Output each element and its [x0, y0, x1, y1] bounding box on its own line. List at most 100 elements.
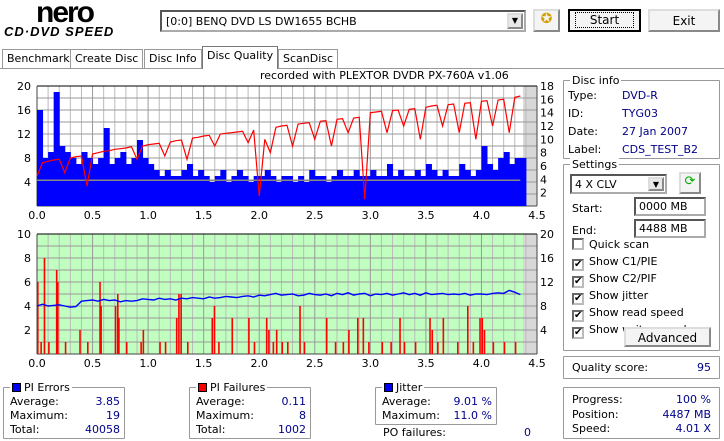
checkbox-box[interactable] — [572, 238, 584, 250]
quality-score-label: Quality score: — [572, 361, 649, 374]
refresh-button[interactable]: ⟳ — [679, 172, 701, 194]
pi-failure-bar — [334, 342, 337, 354]
x-tick-label: 1.0 — [139, 357, 157, 370]
id-value: TYG03 — [622, 107, 658, 120]
disc-info-title: Disc info — [570, 74, 622, 87]
checkbox-box[interactable]: ✔ — [572, 276, 584, 288]
x-tick-label: 3.0 — [362, 357, 380, 370]
pi-failure-bar — [211, 318, 214, 354]
pi-failure-bar — [272, 342, 275, 354]
start-label: Start — [574, 12, 635, 28]
tab-disc-quality[interactable]: Disc Quality — [202, 46, 279, 69]
speed-label: Speed: — [572, 422, 611, 435]
pi-error-bar — [131, 158, 138, 206]
pi-error-bar — [248, 182, 255, 206]
pi-failure-bar — [100, 306, 102, 354]
pi-failure-bar — [503, 342, 506, 354]
checkbox-show-jitter[interactable]: ✔ Show jitter — [572, 288, 687, 305]
chevron-down-icon[interactable]: ▼ — [507, 13, 523, 29]
checkbox-show-c2-pif[interactable]: ✔ Show C2/PIF — [572, 271, 687, 288]
checkbox-show-read-speed[interactable]: ✔ Show read speed — [572, 305, 687, 322]
pi-error-bar — [498, 158, 505, 206]
y-tick-label: 4 — [24, 300, 31, 313]
pi-error-bar — [53, 92, 60, 206]
pi-failure-bar — [414, 342, 417, 354]
type-value: DVD-R — [622, 89, 658, 102]
x-tick-label: 2.0 — [250, 357, 268, 370]
y2-tick-label: 12 — [540, 120, 554, 133]
pi-error-bar — [337, 170, 344, 206]
pif-max-value: 8 — [299, 409, 306, 422]
pi-error-bar — [59, 146, 66, 206]
disc-info-group: Disc info Type: ID: Date: Label: DVD-R T… — [563, 74, 720, 159]
pi-failure-bar — [268, 330, 270, 354]
checkbox-box[interactable]: ✔ — [572, 310, 584, 322]
pi-error-bar — [75, 164, 82, 206]
tab-create-disc[interactable]: Create Disc — [70, 49, 144, 68]
pi-error-bar — [509, 164, 516, 206]
pi-error-bar — [153, 170, 160, 206]
checkbox-box[interactable]: ✔ — [572, 327, 584, 339]
pi-failure-bar — [281, 342, 284, 354]
tab-scandisc[interactable]: ScanDisc — [278, 49, 339, 68]
chevron-down-icon[interactable]: ▼ — [648, 177, 664, 191]
pi-error-bar — [353, 170, 360, 206]
progress-group: Progress: 100 % Position: 4487 MB Speed: 4.… — [563, 387, 720, 439]
pi-failure-bar — [231, 318, 234, 354]
wrench-disc-icon: ✪ — [540, 11, 553, 27]
advanced-button[interactable]: Advanced — [624, 327, 711, 347]
pi-error-bar — [120, 152, 127, 206]
jitter-avg-value: 9.01 % — [453, 395, 492, 408]
checkbox-show-c1-pie[interactable]: ✔ Show C1/PIE — [572, 254, 687, 271]
date-label: Date: — [568, 125, 598, 138]
x-tick-label: 4.5 — [528, 209, 546, 222]
tab-benchmark[interactable]: Benchmark — [2, 49, 75, 68]
x-tick-label: 4.0 — [473, 357, 491, 370]
exit-button[interactable]: Exit — [648, 9, 720, 32]
x-tick-label: 3.5 — [417, 357, 435, 370]
y2-tick-label: 2 — [540, 187, 547, 200]
pi-error-bar — [137, 140, 144, 206]
pi-failure-bar — [457, 342, 459, 354]
pi-error-bar — [92, 164, 99, 206]
pi-error-bar — [98, 158, 105, 206]
pi-failure-bar — [37, 282, 39, 354]
pi-error-bar — [275, 182, 282, 206]
drive-select[interactable]: [0:0] BENQ DVD LS DW1655 BCHB ▼ — [160, 10, 526, 32]
disc-info-values: DVD-R TYG03 27 Jan 2007 CDS_TEST_B2 — [622, 87, 698, 159]
pi-max-value: 19 — [106, 409, 120, 422]
y2-tick-label: 4 — [540, 324, 547, 337]
drive-info-button[interactable]: ✪ — [533, 9, 560, 32]
speed-select[interactable]: 4 X CLV ▼ — [570, 174, 667, 194]
tab-disc-info[interactable]: Disc Info — [144, 49, 202, 68]
pi-avg-label: Average: — [10, 395, 59, 408]
pi-failure-bar — [57, 282, 59, 354]
y2-tick-label: 16 — [540, 93, 554, 106]
pi-failure-bar — [118, 318, 120, 354]
pi-failure-bar — [429, 318, 431, 354]
pif-total-label: Total: — [196, 423, 226, 436]
pi-max-label: Maximum: — [10, 409, 68, 422]
pi-failure-bar — [442, 318, 445, 354]
end-label: End: — [572, 224, 597, 237]
checkbox-box[interactable]: ✔ — [572, 293, 584, 305]
type-label: Type: — [568, 89, 597, 102]
pi-failure-bar — [403, 342, 406, 354]
start-button[interactable]: Start — [568, 9, 641, 32]
start-input[interactable]: 0000 MB — [634, 197, 706, 216]
drive-select-value: [0:0] BENQ DVD LS DW1655 BCHB — [166, 15, 357, 28]
pi-error-bar — [492, 170, 499, 206]
pi-failure-bar — [303, 342, 306, 354]
pi-error-bar — [464, 170, 471, 206]
x-tick-label: 1.5 — [195, 209, 213, 222]
pi-error-bar — [442, 170, 449, 206]
end-input[interactable]: 4488 MB — [634, 219, 706, 238]
checkbox-box[interactable]: ✔ — [572, 259, 584, 271]
checkbox-label: Show jitter — [589, 289, 649, 302]
x-tick-label: 0.5 — [84, 357, 102, 370]
checkbox-quick-scan[interactable]: Quick scan — [572, 237, 687, 252]
jitter-max-label: Maximum: — [382, 409, 440, 422]
checkbox-label: Show C2/PIF — [589, 272, 657, 285]
pi-failure-bar — [178, 294, 180, 354]
pi-failure-bar — [248, 318, 250, 354]
